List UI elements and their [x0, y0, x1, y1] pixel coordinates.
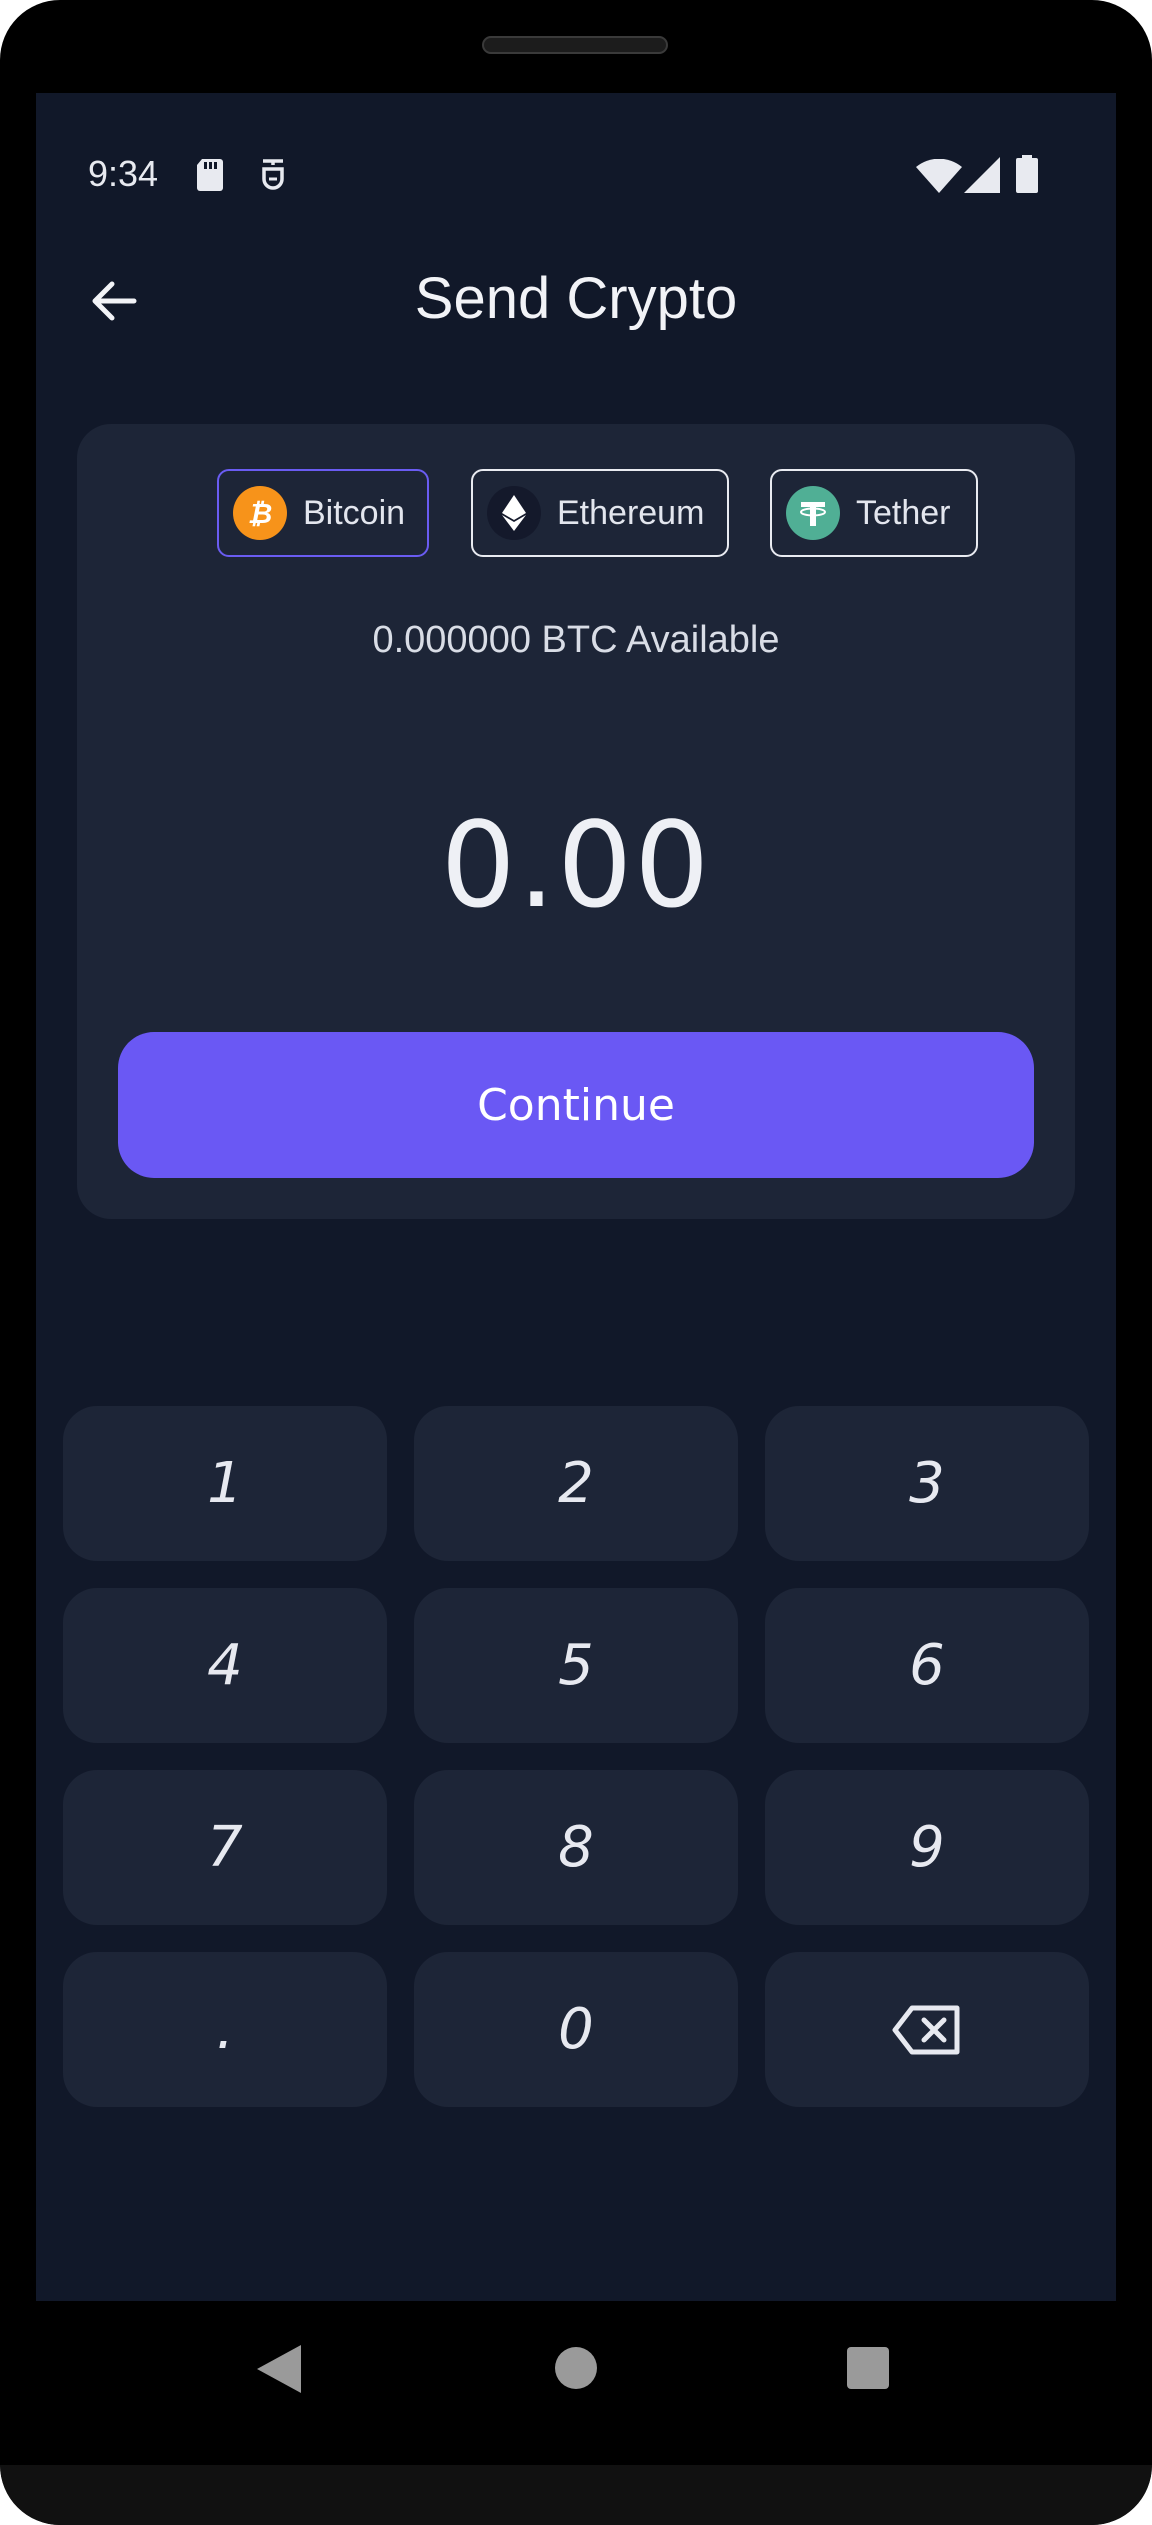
backspace-icon: [892, 2005, 960, 2054]
coin-chip-label: Bitcoin: [303, 493, 406, 532]
sd-card-icon: [196, 159, 224, 196]
recents-square-icon: [847, 2347, 889, 2389]
keypad-key-4[interactable]: 4: [63, 1588, 387, 1743]
keypad-key-5[interactable]: 5: [414, 1588, 738, 1743]
available-balance: 0.000000 BTC Available: [372, 619, 780, 661]
nav-home-button[interactable]: [555, 2347, 597, 2394]
app-notification-icon: [258, 157, 288, 198]
keypad-key-backspace[interactable]: [765, 1952, 1089, 2107]
coin-chip-tether[interactable]: Tether: [770, 469, 978, 557]
coin-chip-label: Tether: [856, 493, 951, 532]
battery-icon: [1016, 155, 1038, 198]
amount-display: 0.00: [440, 796, 712, 934]
keypad-key-8[interactable]: 8: [414, 1770, 738, 1925]
nav-recents-button[interactable]: [847, 2347, 889, 2394]
continue-button[interactable]: Continue: [118, 1032, 1034, 1178]
svg-text:₿: ₿: [248, 497, 273, 530]
send-card: ₿ Bitcoin Ethereum Tether 0.000000 BTC A…: [77, 424, 1075, 1219]
coin-chip-ethereum[interactable]: Ethereum: [471, 469, 729, 557]
coin-chip-label: Ethereum: [557, 493, 705, 532]
page-title: Send Crypto: [414, 266, 738, 331]
speaker-grille: [482, 36, 668, 54]
nav-back-button[interactable]: [257, 2345, 301, 2398]
keypad-key-1[interactable]: 1: [63, 1406, 387, 1561]
status-time: 9:34: [88, 153, 159, 194]
coin-chip-bitcoin[interactable]: ₿ Bitcoin: [217, 469, 429, 557]
tether-icon: [786, 486, 840, 540]
device-bottom-bezel: [0, 2465, 1152, 2525]
keypad-key-2[interactable]: 2: [414, 1406, 738, 1561]
app-screen: 9:34 Send Crypto ₿ Bitcoin Ethereum Teth…: [36, 93, 1116, 2301]
back-triangle-icon: [257, 2345, 301, 2393]
ethereum-icon: [487, 486, 541, 540]
device-frame: 9:34 Send Crypto ₿ Bitcoin Ethereum Teth…: [0, 0, 1152, 2525]
keypad-key-6[interactable]: 6: [765, 1588, 1089, 1743]
keypad-key-decimal[interactable]: .: [63, 1952, 387, 2107]
keypad-key-7[interactable]: 7: [63, 1770, 387, 1925]
signal-icon: [964, 157, 1000, 198]
bitcoin-icon: ₿: [233, 486, 287, 540]
keypad-key-9[interactable]: 9: [765, 1770, 1089, 1925]
keypad-key-0[interactable]: 0: [414, 1952, 738, 2107]
home-circle-icon: [555, 2347, 597, 2389]
wifi-icon: [916, 158, 962, 198]
keypad-key-3[interactable]: 3: [765, 1406, 1089, 1561]
